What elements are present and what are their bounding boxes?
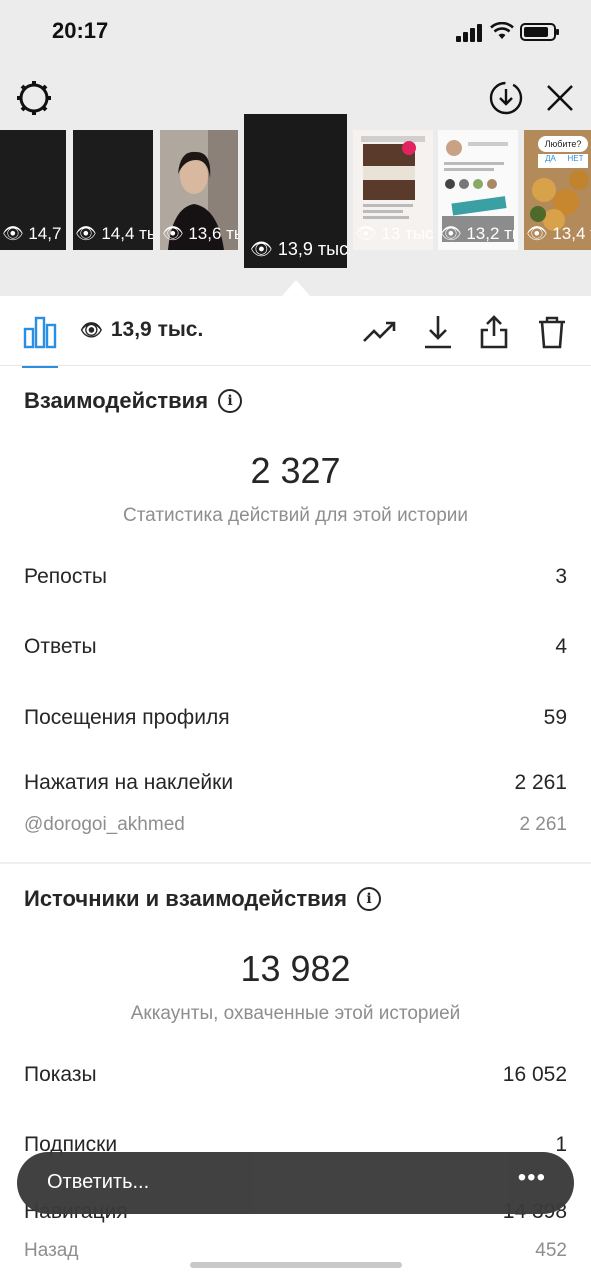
stat-value: 4 (555, 635, 567, 658)
insights-tab[interactable] (20, 312, 60, 352)
trending-up-icon (363, 321, 396, 342)
interactions-title-text: Взаимодействия (24, 388, 209, 413)
battery-icon (520, 23, 559, 41)
stat-subvalue: 452 (535, 1240, 567, 1261)
stat-value: 59 (543, 706, 567, 729)
stat-label: Репосты (24, 565, 108, 588)
section-divider (0, 862, 591, 864)
poll-question: Любите? (538, 136, 588, 152)
story-thumbnail[interactable]: 👁 13 тыс (353, 130, 433, 250)
info-icon[interactable]: i (218, 389, 243, 413)
poll-yes: ДА (545, 154, 556, 163)
discovery-subtitle: Аккаунты, охваченные этой историей (130, 1003, 461, 1024)
stat-row-profile-visits: Посещения профиля 59 (24, 706, 567, 730)
bar-chart-icon (23, 316, 57, 349)
stat-row-impressions: Показы 16 052 (24, 1063, 567, 1087)
status-time: 20:17 (52, 18, 109, 43)
thumbnail-views: 👁 14,7 тыс (2, 224, 66, 243)
stat-subvalue: 2 261 (519, 814, 567, 835)
share-icon (480, 315, 508, 349)
interactions-title: Взаимодействия i (24, 388, 243, 414)
stat-row-sticker-taps: Нажатия на наклейки 2 261 (24, 771, 567, 795)
stat-label: Показы (24, 1063, 97, 1086)
stat-value: 3 (555, 565, 567, 588)
story-thumbnail[interactable]: 👁 14,7 тыс (0, 130, 66, 250)
stat-row-replies: Ответы 4 (24, 635, 567, 659)
stat-value: 16 052 (502, 1063, 567, 1086)
close-button[interactable] (540, 78, 580, 118)
settings-button[interactable] (14, 78, 54, 118)
story-thumbnail-selected[interactable]: 👁 13,9 тыс. (244, 114, 347, 268)
promote-button[interactable] (360, 312, 400, 352)
stat-sublabel: @dorogoi_akhmed (24, 814, 185, 835)
reply-input[interactable]: Ответить... (47, 1171, 149, 1194)
poll-options: ДА НЕТ (538, 154, 588, 168)
views-count: 👁 13,9 тыс. (80, 318, 203, 342)
download-icon (425, 316, 451, 349)
trash-icon (539, 316, 565, 349)
stat-value: 1 (555, 1133, 567, 1156)
save-button[interactable] (418, 310, 458, 354)
share-button[interactable] (474, 310, 514, 354)
interactions-total: 2 327 (250, 450, 341, 491)
interactions-subtitle: Статистика действий для этой истории (122, 505, 469, 526)
download-story-button[interactable] (486, 78, 526, 118)
discovery-title: Источники и взаимодействия i (24, 886, 381, 912)
discovery-total: 13 982 (240, 948, 351, 989)
gear-icon (17, 81, 51, 115)
eye-icon: 👁 (80, 319, 103, 340)
tab-underline (22, 366, 58, 368)
story-thumbnail[interactable]: Любите? ДА НЕТ 👁 13,4 тыс (524, 130, 591, 250)
poll-no: НЕТ (567, 154, 584, 163)
signal-icon (456, 24, 482, 42)
close-icon (547, 85, 573, 111)
info-icon[interactable]: i (356, 887, 381, 911)
selection-pointer (282, 280, 310, 296)
stat-value: 2 261 (514, 771, 567, 794)
thumbnail-views: 👁 13,2 тыс (440, 224, 518, 243)
stat-sublabel: Назад (24, 1240, 79, 1261)
thumbnail-views: 👁 13,6 тыс (162, 224, 238, 243)
more-options-button[interactable]: ••• (518, 1164, 546, 1192)
discovery-title-text: Источники и взаимодействия (24, 886, 347, 911)
thumbnail-views: 👁 13,4 тыс (526, 224, 591, 243)
story-thumbnail[interactable]: 👁 13,6 тыс (160, 130, 238, 250)
download-circle-icon (489, 81, 523, 115)
story-thumbnails: 👁 14,7 тыс 👁 14,4 тыс 👁 13,6 тыс 👁 13,9 … (0, 114, 591, 270)
stat-subrow-mention[interactable]: @dorogoi_akhmed 2 261 (24, 814, 567, 836)
status-bar: 20:17 (0, 0, 591, 66)
thumbnail-views: 👁 13,9 тыс. (250, 239, 347, 259)
stat-row-reposts: Репосты 3 (24, 565, 567, 589)
story-thumbnail[interactable]: 👁 14,4 тыс (73, 130, 153, 250)
stat-label: Ответы (24, 635, 97, 658)
delete-button[interactable] (532, 310, 572, 354)
stat-label: Нажатия на наклейки (24, 771, 234, 794)
views-count-value: 13,9 тыс. (110, 318, 204, 341)
story-thumbnail[interactable]: 👁 13,2 тыс (438, 130, 518, 250)
stat-subrow-back: Назад 452 (24, 1240, 567, 1262)
thumbnail-views: 👁 13 тыс (355, 224, 433, 243)
thumbnail-views: 👁 14,4 тыс (75, 224, 153, 243)
stat-label: Посещения профиля (24, 706, 230, 729)
home-indicator[interactable] (190, 1262, 402, 1268)
wifi-icon (490, 22, 514, 39)
reply-bar[interactable]: Ответить... ••• (17, 1152, 574, 1214)
